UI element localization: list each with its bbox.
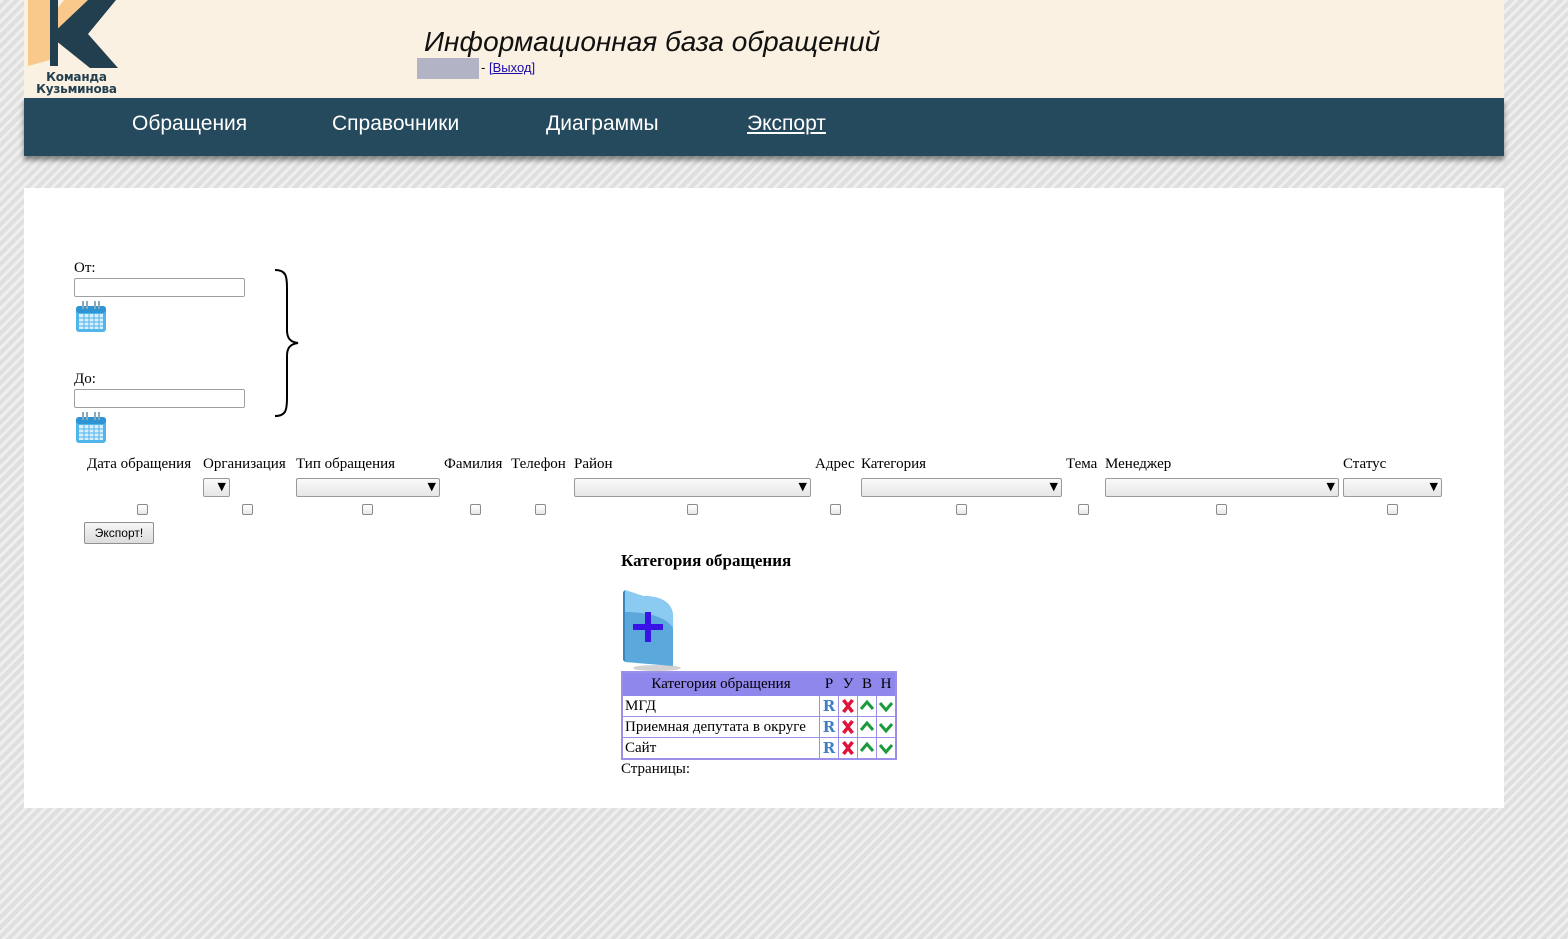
edit-cell: R: [819, 716, 839, 738]
edit-r-icon[interactable]: R: [821, 698, 837, 714]
column-label-district: Район: [574, 456, 613, 472]
nav-item-export[interactable]: Экспорт: [747, 112, 826, 136]
logo[interactable]: Команда Кузьминова: [24, 0, 134, 98]
dropdown-arrow-icon: ▼: [1429, 480, 1438, 493]
down-cell: [876, 716, 897, 738]
pagination-label: Страницы:: [621, 761, 691, 777]
user-separator: -: [481, 59, 486, 75]
category-name-cell: МГД: [621, 695, 820, 717]
move-up-icon[interactable]: [859, 719, 875, 735]
logo-k-icon: [28, 0, 118, 68]
nav-item-references[interactable]: Справочники: [332, 112, 459, 136]
move-up-icon[interactable]: [859, 740, 875, 756]
calendar-icon[interactable]: [75, 300, 107, 334]
column-header-edit: Р: [819, 671, 839, 696]
column-label-topic: Тема: [1066, 456, 1098, 472]
table-header-row: Категория обращения Р У В Н: [621, 671, 897, 696]
column-label-surname: Фамилия: [444, 456, 503, 472]
from-label: От:: [74, 260, 96, 276]
move-down-icon[interactable]: [878, 698, 894, 714]
category-select[interactable]: ▼: [861, 478, 1062, 497]
column-header-delete: У: [838, 671, 858, 696]
checkbox-surname[interactable]: [470, 504, 481, 515]
request-type-select[interactable]: ▼: [296, 478, 440, 497]
edit-cell: R: [819, 695, 839, 717]
column-label-phone: Телефон: [511, 456, 566, 472]
logout-link[interactable]: [Выход]: [489, 60, 535, 75]
down-cell: [876, 737, 897, 760]
range-brace: [274, 269, 299, 417]
user-row: - [Выход]: [417, 58, 535, 79]
checkbox-status[interactable]: [1387, 504, 1398, 515]
edit-r-icon[interactable]: R: [821, 719, 837, 735]
table-row: МГД R: [621, 695, 897, 717]
checkbox-district[interactable]: [687, 504, 698, 515]
move-down-icon[interactable]: [878, 740, 894, 756]
to-label: До:: [74, 371, 96, 387]
checkbox-topic[interactable]: [1078, 504, 1089, 515]
category-section-title: Категория обращения: [621, 551, 792, 570]
checkbox-address[interactable]: [830, 504, 841, 515]
delete-cell: [838, 716, 858, 738]
category-name-cell: Сайт: [621, 737, 820, 760]
up-cell: [857, 695, 877, 717]
user-name-badge: [417, 58, 479, 79]
dropdown-arrow-icon: ▼: [798, 480, 807, 493]
delete-x-icon[interactable]: [840, 740, 856, 756]
logo-text-line2: Кузьминова: [36, 82, 117, 96]
from-date-input[interactable]: [74, 278, 245, 297]
add-folder-icon[interactable]: [621, 588, 685, 672]
checkbox-category[interactable]: [956, 504, 967, 515]
up-cell: [857, 737, 877, 760]
nav-item-requests[interactable]: Обращения: [132, 112, 247, 136]
export-button[interactable]: Экспорт!: [84, 522, 154, 544]
checkbox-manager[interactable]: [1216, 504, 1227, 515]
to-date-input[interactable]: [74, 389, 245, 408]
checkbox-phone[interactable]: [535, 504, 546, 515]
column-label-category: Категория: [861, 456, 926, 472]
checkbox-organization[interactable]: [242, 504, 253, 515]
edit-r-icon[interactable]: R: [821, 740, 837, 756]
status-select[interactable]: ▼: [1343, 478, 1442, 497]
column-label-date: Дата обращения: [87, 456, 192, 472]
edit-cell: R: [819, 737, 839, 760]
column-header-up: В: [857, 671, 877, 696]
site-header: Команда Кузьминова Информационная база о…: [24, 0, 1504, 98]
up-cell: [857, 716, 877, 738]
table-row: Сайт R: [621, 737, 897, 760]
manager-select[interactable]: ▼: [1105, 478, 1339, 497]
logo-text: Команда Кузьминова: [24, 71, 129, 95]
category-name-cell: Приемная депутата в округе: [621, 716, 820, 738]
dropdown-arrow-icon: ▼: [1049, 480, 1058, 493]
column-label-organization: Организация: [203, 456, 286, 472]
table-row: Приемная депутата в округе R: [621, 716, 897, 738]
delete-cell: [838, 737, 858, 760]
dropdown-arrow-icon: ▼: [427, 480, 436, 493]
page-title: Информационная база обращений: [424, 26, 881, 57]
main-nav: Обращения Справочники Диаграммы Экспорт: [24, 98, 1504, 156]
content-panel: От: До: Дата обращения Организация Тип о…: [24, 188, 1504, 808]
category-table: Категория обращения Р У В Н МГД R Приемн…: [621, 671, 897, 760]
column-header-category: Категория обращения: [621, 671, 820, 696]
delete-x-icon[interactable]: [840, 719, 856, 735]
calendar-icon[interactable]: [75, 411, 107, 445]
column-label-manager: Менеджер: [1105, 456, 1172, 472]
district-select[interactable]: ▼: [574, 478, 811, 497]
dropdown-arrow-icon: ▼: [217, 480, 226, 493]
column-label-status: Статус: [1343, 456, 1387, 472]
move-down-icon[interactable]: [878, 719, 894, 735]
delete-cell: [838, 695, 858, 717]
move-up-icon[interactable]: [859, 698, 875, 714]
dropdown-arrow-icon: ▼: [1326, 480, 1335, 493]
column-label-request-type: Тип обращения: [296, 456, 396, 472]
nav-item-charts[interactable]: Диаграммы: [546, 112, 659, 136]
column-label-address: Адрес: [815, 456, 855, 472]
delete-x-icon[interactable]: [840, 698, 856, 714]
column-header-down: Н: [876, 671, 897, 696]
checkbox-date[interactable]: [137, 504, 148, 515]
checkbox-request-type[interactable]: [362, 504, 373, 515]
organization-select[interactable]: ▼: [203, 478, 230, 497]
down-cell: [876, 695, 897, 717]
